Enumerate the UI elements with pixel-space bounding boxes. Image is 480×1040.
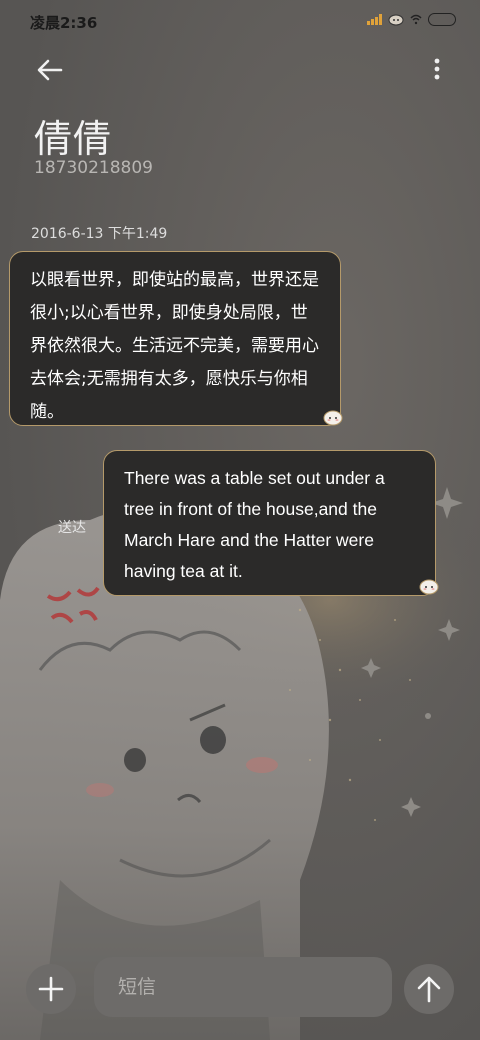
message-input[interactable] (118, 957, 368, 1017)
status-icons (367, 12, 456, 26)
incoming-message-bubble[interactable]: 以眼看世界，即使站的最高，世界还是很小;以心看世界，即使身处局限，世界依然很大。… (9, 251, 341, 426)
battery-icon (428, 12, 456, 26)
add-attachment-button[interactable] (26, 964, 76, 1014)
wifi-icon (410, 14, 422, 25)
delivery-status: 送达 (58, 520, 86, 536)
sheep-avatar-icon (323, 410, 343, 426)
status-time: 凌晨2:36 (30, 14, 98, 32)
incoming-message-text: 以眼看世界，即使站的最高，世界还是很小;以心看世界，即使身处局限，世界依然很大。… (30, 270, 319, 422)
outgoing-message-text: There was a table set out under a tree i… (124, 468, 385, 581)
status-bar: 凌晨2:36 (0, 0, 480, 44)
outgoing-message-bubble[interactable]: There was a table set out under a tree i… (103, 450, 436, 596)
plus-icon (38, 976, 64, 1002)
more-vertical-icon[interactable] (430, 56, 444, 84)
arrow-left-icon[interactable] (34, 54, 66, 86)
signal-icon (367, 13, 382, 25)
contact-name: 倩倩 (34, 117, 113, 161)
message-date: 2016-6-13 下午1:49 (31, 226, 168, 242)
send-button[interactable] (404, 964, 454, 1014)
arrow-up-icon (417, 976, 441, 1003)
sheep-avatar-icon (419, 579, 439, 595)
avatar-icon (388, 14, 404, 26)
message-input-container[interactable] (94, 957, 392, 1017)
contact-phone-number: 18730218809 (34, 158, 153, 178)
